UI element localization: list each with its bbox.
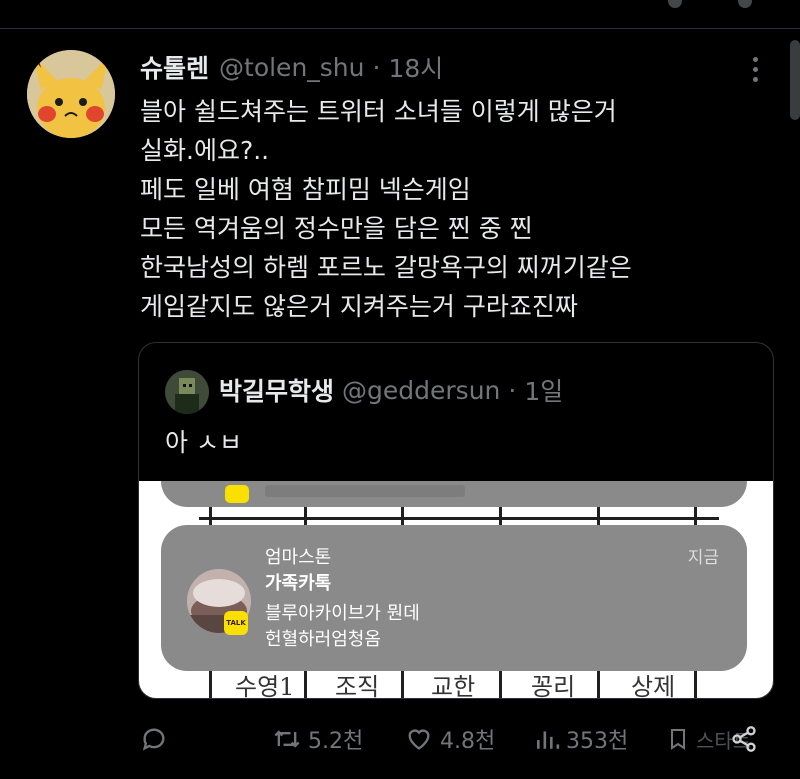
quoted-media-image[interactable]: 수영1 조직 교한 꽁리 상제 TALK 엄마스톤 가족카톡 블루아카이브가 뭔…	[139, 481, 773, 698]
tweet-line: 게임같지도 않은거 지켜주는거 구라죠진짜	[140, 292, 578, 321]
quoted-display-name[interactable]: 박길무학생	[219, 372, 334, 408]
retweet-icon	[274, 730, 300, 748]
notification-sender: 엄마스톤	[265, 547, 332, 568]
reply-button[interactable]	[140, 717, 168, 761]
speech-bubble-icon	[142, 728, 165, 751]
quoted-tweet-header: 박길무학생 @geddersun · 1일	[219, 373, 563, 407]
handwriting-text: 상제	[631, 673, 676, 698]
tweet-line: 모든 역겨움의 정수만을 담은 찐 중 찐	[140, 214, 533, 243]
bookmark-icon	[671, 729, 685, 750]
quoted-timestamp[interactable]: 1일	[524, 372, 563, 408]
bar-chart-icon	[537, 731, 560, 749]
top-icon	[738, 0, 752, 8]
heart-icon	[408, 729, 430, 750]
retweet-button[interactable]: 5.2천	[272, 717, 363, 761]
quoted-user-handle[interactable]: @geddersun	[342, 376, 500, 405]
notification-chat-name: 가족카톡	[265, 573, 332, 594]
separator: ·	[508, 375, 517, 405]
notification-time: 지금	[687, 548, 719, 568]
handwriting-text: 수영1	[235, 673, 295, 698]
grid-line	[199, 517, 719, 520]
share-icon	[732, 726, 756, 752]
handwriting-text: 꽁리	[531, 673, 576, 698]
tweet-line: 한국남성의 하렘 포르노 갈망욕구의 찌꺼기같은	[140, 253, 632, 282]
notification-message: 헌혈하러엄청옴	[265, 629, 381, 650]
kakaotalk-notification: TALK 엄마스톤 가족카톡 블루아카이브가 뭔데 헌혈하러엄청옴 지금	[161, 525, 747, 671]
kakaotalk-icon: TALK	[224, 611, 248, 635]
timestamp[interactable]: 18시	[388, 49, 443, 85]
like-button[interactable]: 4.8천	[404, 717, 495, 761]
views-button[interactable]: 353천	[534, 717, 628, 761]
quoted-tweet[interactable]: 박길무학생 @geddersun · 1일 아 ㅅㅂ 수영1 조직 교한 꽁리 …	[138, 342, 774, 699]
top-icon	[668, 0, 682, 8]
more-options-icon[interactable]	[744, 52, 766, 86]
previous-notification	[161, 481, 747, 507]
tweet-line: 페도 일베 여혐 참피밈 넥슨게임	[140, 175, 471, 204]
like-count: 4.8천	[440, 729, 496, 754]
view-count: 353천	[566, 729, 629, 754]
retweet-count: 5.2천	[308, 729, 364, 754]
share-button[interactable]	[730, 717, 758, 761]
display-name[interactable]: 슈톨렌	[140, 49, 209, 85]
tweet-line: 블아 쉴드쳐주는 트위터 소녀들 이렇게 많은거	[140, 97, 617, 126]
separator: ·	[372, 52, 381, 82]
quoted-tweet-text: 아 ㅅㅂ	[165, 428, 242, 457]
tweet-text: 블아 쉴드쳐주는 트위터 소녀들 이렇게 많은거 실화.에요?.. 페도 일베 …	[140, 92, 760, 326]
tweet-line: 실화.에요?..	[140, 136, 270, 165]
handwriting-text: 교한	[431, 673, 476, 698]
notification-message: 블루아카이브가 뭔데	[265, 603, 420, 624]
user-avatar[interactable]	[27, 50, 115, 138]
scrollbar[interactable]	[790, 40, 800, 120]
quoted-user-avatar[interactable]	[165, 370, 209, 414]
notification-text-fragment	[265, 485, 465, 497]
previous-tweet-edge	[0, 0, 800, 28]
tweet-action-bar: 5.2천 4.8천 353천 스타트	[0, 717, 800, 761]
user-handle[interactable]: @tolen_shu	[219, 53, 364, 82]
handwriting-text: 조직	[335, 673, 380, 698]
tweet-divider	[0, 28, 800, 29]
kakaotalk-badge-icon	[225, 485, 249, 503]
tweet-header: 슈톨렌 @tolen_shu · 18시	[140, 50, 443, 84]
